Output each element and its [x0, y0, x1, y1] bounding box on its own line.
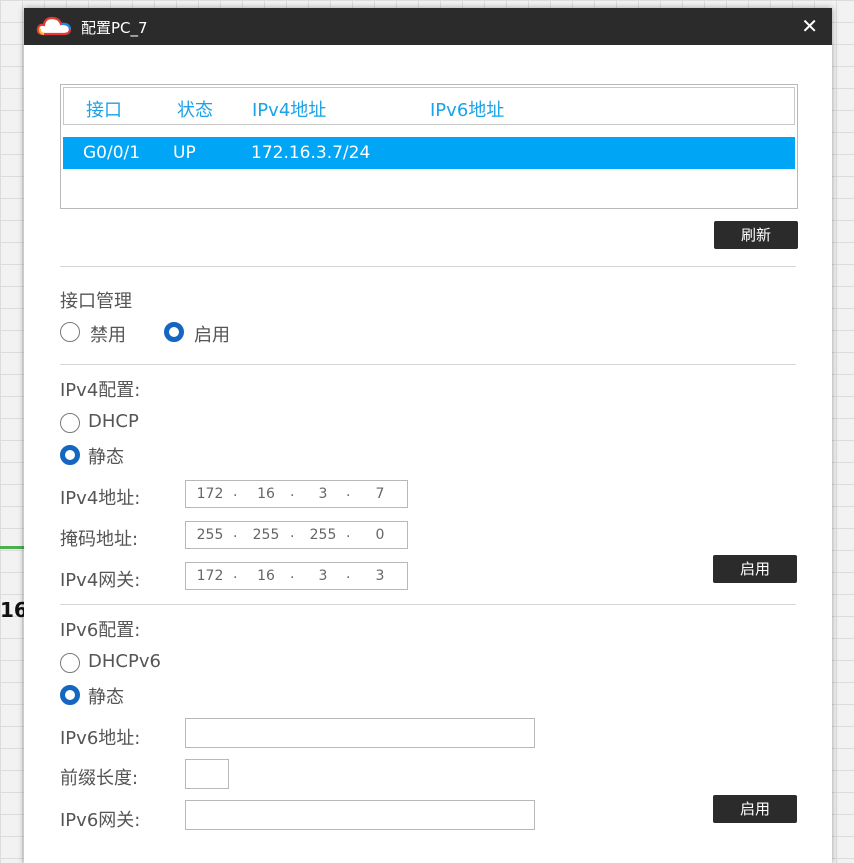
- divider: [60, 266, 796, 267]
- octet-dot: .: [233, 484, 238, 500]
- table-header: 接口 状态 IPv4地址 IPv6地址: [63, 87, 795, 125]
- ipv4-address-octet-2[interactable]: 16: [250, 486, 282, 502]
- disable-label: 禁用: [90, 325, 126, 346]
- ipv4-mask-octet-2[interactable]: 255: [250, 527, 282, 543]
- divider: [60, 364, 796, 365]
- row-status: UP: [173, 143, 196, 163]
- interface-mgmt-title: 接口管理: [60, 291, 132, 312]
- ipv4-gateway-octet-2[interactable]: 16: [250, 568, 282, 584]
- header-ipv6: IPv6地址: [430, 100, 505, 121]
- ipv4-gateway-input[interactable]: 172 . 16 . 3 . 3: [185, 562, 408, 590]
- ipv6-config-title: IPv6配置:: [60, 620, 141, 641]
- ipv6-static-radio[interactable]: [60, 685, 80, 705]
- ipv4-dhcp-radio[interactable]: [60, 413, 80, 433]
- ipv6-gateway-input[interactable]: [185, 800, 535, 830]
- row-interface: G0/0/1: [83, 143, 141, 163]
- ipv4-mask-input[interactable]: 255 . 255 . 255 . 0: [185, 521, 408, 549]
- disable-radio[interactable]: [60, 322, 80, 342]
- octet-dot: .: [346, 525, 351, 541]
- ipv4-gateway-octet-1[interactable]: 172: [194, 568, 226, 584]
- ipv4-mask-label: 掩码地址:: [60, 529, 139, 550]
- ipv4-address-input[interactable]: 172 . 16 . 3 . 7: [185, 480, 408, 508]
- octet-dot: .: [290, 484, 295, 500]
- header-ipv4: IPv4地址: [252, 100, 327, 121]
- ipv6-static-label: 静态: [88, 687, 124, 708]
- ipv4-gateway-octet-3[interactable]: 3: [307, 568, 339, 584]
- header-interface: 接口: [86, 100, 122, 121]
- ipv6-prefix-input[interactable]: [185, 759, 229, 789]
- ipv4-address-octet-3[interactable]: 3: [307, 486, 339, 502]
- interface-table: 接口 状态 IPv4地址 IPv6地址 G0/0/1 UP 172.16.3.7…: [60, 84, 798, 209]
- octet-dot: .: [233, 566, 238, 582]
- octet-dot: .: [233, 525, 238, 541]
- ipv4-config-title: IPv4配置:: [60, 380, 141, 401]
- ipv6-prefix-label: 前缀长度:: [60, 768, 139, 789]
- ipv4-static-radio[interactable]: [60, 445, 80, 465]
- ipv4-address-label: IPv4地址:: [60, 488, 141, 509]
- ipv4-dhcp-label: DHCP: [88, 411, 139, 432]
- octet-dot: .: [290, 566, 295, 582]
- close-icon[interactable]: ✕: [801, 14, 818, 38]
- cloud-icon: [36, 16, 72, 36]
- ipv4-mask-octet-1[interactable]: 255: [194, 527, 226, 543]
- octet-dot: .: [346, 484, 351, 500]
- ipv4-address-octet-1[interactable]: 172: [194, 486, 226, 502]
- table-row[interactable]: G0/0/1 UP 172.16.3.7/24: [63, 137, 795, 169]
- header-status: 状态: [177, 100, 213, 121]
- octet-dot: .: [346, 566, 351, 582]
- octet-dot: .: [290, 525, 295, 541]
- ipv6-dhcp-label: DHCPv6: [88, 651, 161, 672]
- ipv6-gateway-label: IPv6网关:: [60, 810, 141, 831]
- ipv4-address-octet-4[interactable]: 7: [364, 486, 396, 502]
- ipv4-gateway-label: IPv4网关:: [60, 570, 141, 591]
- refresh-button[interactable]: 刷新: [714, 221, 798, 249]
- ipv4-mask-octet-3[interactable]: 255: [307, 527, 339, 543]
- config-dialog: 配置PC_7 ✕ 接口 状态 IPv4地址 IPv6地址 G0/0/1 UP 1…: [24, 8, 832, 863]
- ipv6-dhcp-radio[interactable]: [60, 653, 80, 673]
- ipv4-static-label: 静态: [88, 447, 124, 468]
- title-bar[interactable]: 配置PC_7 ✕: [24, 8, 832, 45]
- row-ipv4: 172.16.3.7/24: [251, 143, 371, 163]
- ipv4-apply-button[interactable]: 启用: [713, 555, 797, 583]
- divider: [60, 604, 796, 605]
- background-link-line: [0, 546, 24, 549]
- ipv6-apply-button[interactable]: 启用: [713, 795, 797, 823]
- window-title: 配置PC_7: [81, 19, 148, 37]
- enable-label: 启用: [194, 325, 230, 346]
- enable-radio[interactable]: [164, 322, 184, 342]
- ipv4-gateway-octet-4[interactable]: 3: [364, 568, 396, 584]
- ipv4-mask-octet-4[interactable]: 0: [364, 527, 396, 543]
- ipv6-address-input[interactable]: [185, 718, 535, 748]
- ipv6-address-label: IPv6地址:: [60, 728, 141, 749]
